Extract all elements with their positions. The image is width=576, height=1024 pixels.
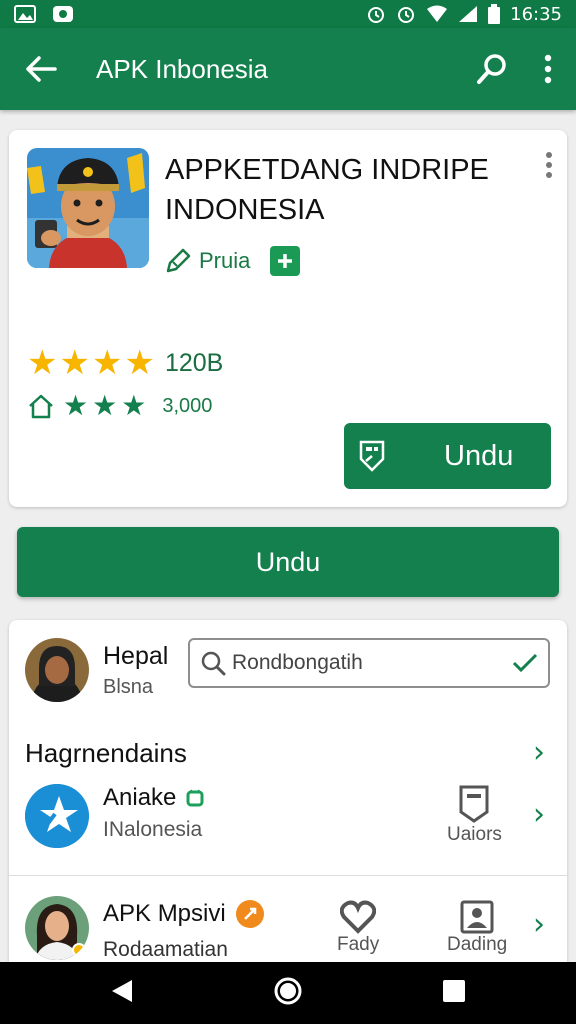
rating-value: 120B bbox=[164, 348, 224, 377]
pen-icon bbox=[166, 248, 191, 273]
search-icon bbox=[477, 54, 506, 84]
search-button[interactable] bbox=[464, 52, 520, 86]
bookmark-icon bbox=[459, 785, 489, 823]
downloads-count: 3,000 bbox=[162, 394, 213, 417]
profile-action-button[interactable]: Dading bbox=[447, 900, 507, 956]
install-button-small-label: Undu bbox=[444, 439, 514, 472]
section-title: Hagrnendains bbox=[25, 738, 187, 768]
signal-icon bbox=[458, 5, 478, 23]
nav-back-icon[interactable] bbox=[110, 978, 134, 1009]
install-button-small[interactable]: Undu bbox=[344, 423, 551, 489]
list-item-title: APK Mpsivi bbox=[103, 900, 264, 928]
green-star-icon: ★ bbox=[92, 389, 118, 422]
green-star-icon: ★ bbox=[63, 389, 89, 422]
recommendations-card: Hepal Blsna Rondbongatih Hagrnendains › … bbox=[9, 620, 567, 980]
avatar[interactable] bbox=[25, 896, 89, 960]
install-button[interactable]: Undu bbox=[17, 527, 559, 597]
avatar[interactable] bbox=[25, 638, 89, 702]
developer-row[interactable]: Pruia bbox=[165, 246, 301, 276]
profile-subtitle: Blsna bbox=[103, 676, 154, 698]
back-arrow-icon bbox=[26, 56, 57, 82]
favorite-label: Fady bbox=[337, 934, 380, 955]
list-item-subtitle: INalonesia bbox=[103, 818, 203, 841]
app-detail-card: APPKETDANG INDRIPE INDONESIA Pruia ★ ★ ★… bbox=[9, 130, 567, 507]
back-button[interactable] bbox=[0, 55, 82, 83]
divider bbox=[9, 875, 567, 876]
list-item-subtitle: Rodaamatian bbox=[103, 938, 228, 961]
green-star-icon: ★ bbox=[121, 389, 147, 422]
chevron-right-icon[interactable]: › bbox=[533, 800, 545, 830]
android-icon bbox=[186, 789, 204, 807]
nav-home-icon[interactable] bbox=[273, 976, 303, 1011]
star-icon: ★ bbox=[27, 343, 58, 383]
profile-name: Hepal bbox=[103, 642, 169, 670]
list-item-action[interactable]: Uaiors bbox=[447, 784, 502, 846]
search-icon bbox=[201, 651, 226, 676]
profile-action-label: Dading bbox=[447, 934, 508, 955]
app-icon[interactable] bbox=[27, 148, 149, 268]
star-icon: ★ bbox=[59, 343, 90, 383]
downloads-row: ★ ★ ★ 3,000 bbox=[27, 392, 212, 420]
alarm-icon bbox=[366, 4, 386, 24]
card-overflow-button[interactable] bbox=[545, 152, 553, 183]
battery-icon bbox=[488, 4, 501, 24]
search-input[interactable]: Rondbongatih bbox=[188, 638, 550, 688]
status-time: 16:35 bbox=[510, 3, 562, 25]
message-icon bbox=[52, 5, 74, 23]
gallery-icon bbox=[14, 5, 36, 23]
developer-name: Pruia bbox=[199, 248, 251, 273]
portrait-icon bbox=[460, 900, 494, 934]
overflow-menu-button[interactable] bbox=[520, 54, 576, 84]
more-vert-icon bbox=[546, 152, 552, 178]
app-title: APPKETDANG INDRIPE INDONESIA bbox=[165, 154, 489, 226]
search-input-value: Rondbongatih bbox=[232, 651, 363, 674]
app-bar: APK Inbonesia bbox=[0, 28, 576, 110]
download-badge-icon bbox=[359, 440, 385, 472]
favorite-button[interactable]: Fady bbox=[337, 900, 379, 956]
home-outline-icon bbox=[29, 394, 53, 419]
verified-badge-icon bbox=[235, 900, 264, 928]
rating-row: ★ ★ ★ ★ 120B bbox=[27, 346, 223, 380]
nav-recents-icon[interactable] bbox=[442, 979, 466, 1008]
chevron-right-icon[interactable]: › bbox=[533, 738, 545, 768]
app-bar-title: APK Inbonesia bbox=[96, 53, 269, 84]
heart-icon bbox=[340, 900, 377, 934]
plus-icon[interactable] bbox=[270, 246, 301, 276]
more-vert-icon bbox=[544, 54, 552, 84]
chevron-right-icon[interactable]: › bbox=[533, 910, 545, 940]
check-icon bbox=[512, 653, 538, 673]
status-bar: 16:35 bbox=[0, 0, 576, 28]
wifi-icon bbox=[426, 5, 448, 23]
system-nav-bar bbox=[0, 962, 576, 1024]
star-icon: ★ bbox=[124, 343, 155, 383]
alarm-icon-2 bbox=[396, 4, 416, 24]
app-logo[interactable] bbox=[25, 784, 89, 848]
list-item-title: Aniake bbox=[103, 784, 206, 812]
star-icon: ★ bbox=[91, 343, 123, 383]
list-item-action-label: Uaiors bbox=[447, 824, 502, 845]
